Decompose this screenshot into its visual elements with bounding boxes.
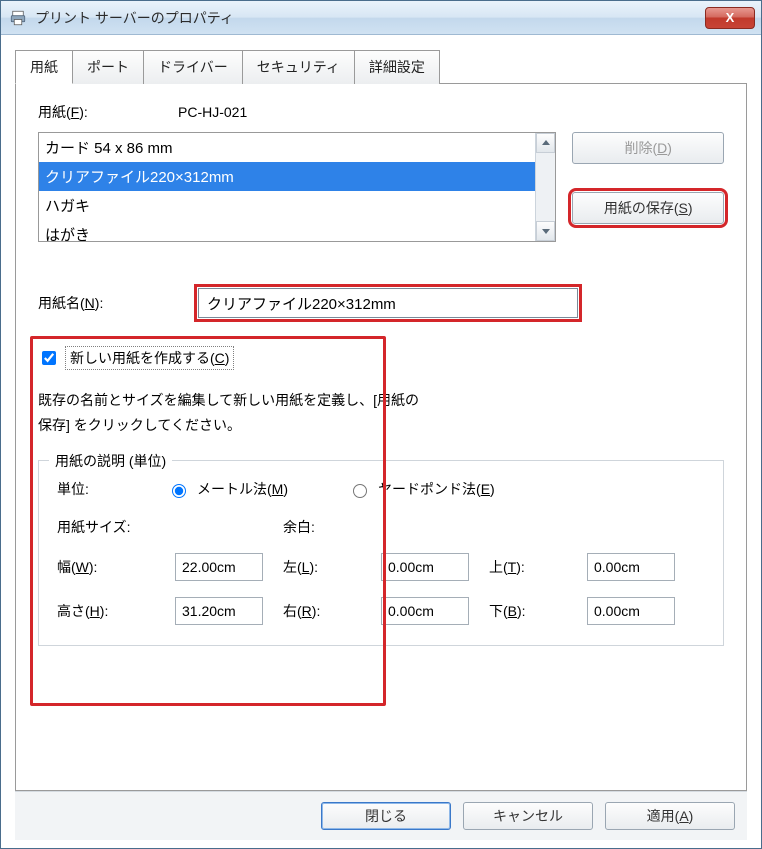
- margin-label: 余白:: [283, 517, 373, 537]
- titlebar: プリント サーバーのプロパティ X: [1, 1, 761, 35]
- tab-label: ポート: [87, 59, 129, 75]
- unit-imperial-label: ヤードポンド法(E): [378, 479, 495, 499]
- create-new-form-label: 新しい用紙を作成する(C): [65, 346, 234, 370]
- height-label: 高さ(H):: [57, 601, 167, 621]
- dialog-footer: 閉じる キャンセル 適用(A): [15, 791, 747, 840]
- tab-strip: 用紙 ポート ドライバー セキュリティ 詳細設定: [15, 49, 747, 83]
- server-name: PC-HJ-021: [178, 104, 247, 120]
- scroll-up-icon[interactable]: [536, 133, 555, 153]
- print-server-properties-window: プリント サーバーのプロパティ X 用紙 ポート ドライバー セキュリティ 詳細…: [0, 0, 762, 849]
- forms-label: 用紙(F):: [38, 102, 178, 122]
- form-name-input[interactable]: [198, 288, 578, 318]
- save-form-button[interactable]: 用紙の保存(S): [572, 192, 724, 224]
- right-label: 右(R):: [283, 601, 373, 621]
- tab-label: ドライバー: [158, 59, 228, 75]
- list-item[interactable]: はがき: [39, 220, 535, 241]
- scroll-down-icon[interactable]: [536, 221, 555, 241]
- close-button[interactable]: X: [705, 7, 755, 29]
- cancel-button[interactable]: キャンセル: [463, 802, 593, 830]
- printer-icon: [9, 9, 27, 27]
- tab-label: 用紙: [30, 59, 58, 75]
- paper-size-label: 用紙サイズ:: [57, 517, 167, 537]
- delete-button[interactable]: 削除(D): [572, 132, 724, 164]
- unit-imperial-radio[interactable]: [353, 484, 367, 498]
- tab-security[interactable]: セキュリティ: [242, 50, 355, 84]
- close-dialog-button[interactable]: 閉じる: [321, 802, 451, 830]
- forms-listbox[interactable]: カード 54 x 86 mm クリアファイル220×312mm ハガキ はがき: [38, 132, 556, 242]
- list-item[interactable]: クリアファイル220×312mm: [39, 162, 535, 191]
- bottom-input[interactable]: [587, 597, 675, 625]
- top-label: 上(T):: [489, 557, 579, 577]
- right-input[interactable]: [381, 597, 469, 625]
- apply-button[interactable]: 適用(A): [605, 802, 735, 830]
- tab-forms[interactable]: 用紙: [15, 50, 73, 84]
- left-input[interactable]: [381, 553, 469, 581]
- top-input[interactable]: [587, 553, 675, 581]
- window-title: プリント サーバーのプロパティ: [35, 8, 705, 28]
- list-item[interactable]: カード 54 x 86 mm: [39, 133, 535, 162]
- groupbox-title: 用紙の説明 (単位): [49, 451, 172, 471]
- help-text: 既存の名前とサイズを編集して新しい用紙を定義し、[用紙の 保存] をクリックして…: [38, 388, 724, 438]
- forms-header-row: 用紙(F): PC-HJ-021: [38, 102, 724, 122]
- width-label: 幅(W):: [57, 557, 167, 577]
- listbox-scrollbar[interactable]: [535, 133, 555, 241]
- close-icon: X: [726, 10, 735, 25]
- client-area: 用紙 ポート ドライバー セキュリティ 詳細設定 用紙(F): PC-HJ-02…: [1, 35, 761, 848]
- list-item[interactable]: ハガキ: [39, 191, 535, 220]
- unit-metric-radio[interactable]: [172, 484, 186, 498]
- create-new-form-checkbox[interactable]: [42, 351, 56, 365]
- form-name-label: 用紙名(N):: [38, 293, 198, 313]
- tab-label: 詳細設定: [369, 59, 425, 75]
- width-input[interactable]: [175, 553, 263, 581]
- form-description-group: 用紙の説明 (単位) 単位: メートル法(M) ヤードポンド: [38, 460, 724, 646]
- unit-label: 単位:: [57, 479, 167, 499]
- tab-ports[interactable]: ポート: [72, 50, 144, 84]
- forms-list-items: カード 54 x 86 mm クリアファイル220×312mm ハガキ はがき: [39, 133, 535, 241]
- tab-panel-forms: 用紙(F): PC-HJ-021 カード 54 x 86 mm クリアファイル2…: [15, 83, 747, 791]
- tab-label: セキュリティ: [257, 59, 340, 75]
- height-input[interactable]: [175, 597, 263, 625]
- left-label: 左(L):: [283, 557, 373, 577]
- unit-metric-label: メートル法(M): [197, 479, 288, 499]
- tab-drivers[interactable]: ドライバー: [143, 50, 243, 84]
- bottom-label: 下(B):: [489, 601, 579, 621]
- tab-advanced[interactable]: 詳細設定: [354, 50, 440, 84]
